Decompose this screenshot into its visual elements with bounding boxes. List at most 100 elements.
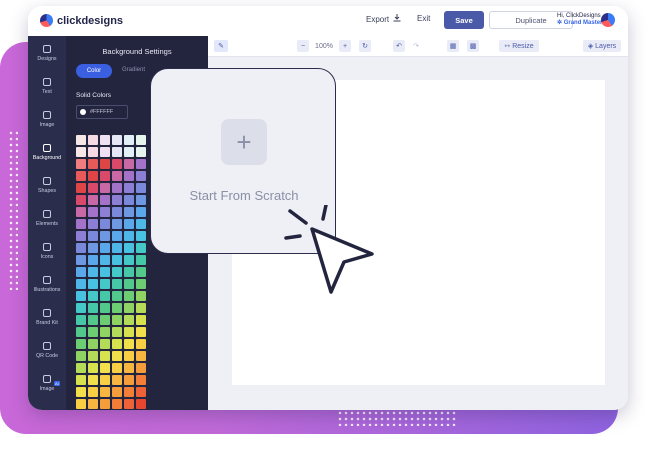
color-swatch[interactable] bbox=[124, 291, 134, 301]
color-swatch[interactable] bbox=[112, 159, 122, 169]
color-swatch[interactable] bbox=[112, 315, 122, 325]
color-swatch[interactable] bbox=[136, 219, 146, 229]
color-swatch[interactable] bbox=[112, 363, 122, 373]
color-swatch[interactable] bbox=[100, 363, 110, 373]
color-swatch[interactable] bbox=[88, 231, 98, 241]
color-swatch[interactable] bbox=[112, 135, 122, 145]
sidebar-item-elements[interactable]: Elements bbox=[28, 210, 66, 227]
color-swatch[interactable] bbox=[124, 375, 134, 385]
hex-color-input[interactable]: #FFFFFF bbox=[76, 105, 128, 119]
color-swatch[interactable] bbox=[100, 219, 110, 229]
color-swatch[interactable] bbox=[76, 279, 86, 289]
color-swatch[interactable] bbox=[112, 375, 122, 385]
color-swatch[interactable] bbox=[88, 183, 98, 193]
color-swatch[interactable] bbox=[88, 315, 98, 325]
color-swatch[interactable] bbox=[136, 255, 146, 265]
color-swatch[interactable] bbox=[100, 375, 110, 385]
zoom-out-button[interactable]: − bbox=[297, 40, 309, 52]
color-swatch[interactable] bbox=[88, 195, 98, 205]
color-swatch[interactable] bbox=[76, 387, 86, 397]
sidebar-item-shapes[interactable]: Shapes bbox=[28, 177, 66, 194]
color-swatch[interactable] bbox=[88, 219, 98, 229]
refresh-icon[interactable]: ↻ bbox=[359, 40, 371, 52]
color-swatch[interactable] bbox=[76, 243, 86, 253]
color-swatch[interactable] bbox=[124, 159, 134, 169]
color-swatch[interactable] bbox=[136, 363, 146, 373]
sidebar-item-icons[interactable]: Icons bbox=[28, 243, 66, 260]
color-swatch[interactable] bbox=[100, 399, 110, 409]
color-swatch[interactable] bbox=[76, 195, 86, 205]
color-swatch[interactable] bbox=[100, 267, 110, 277]
color-swatch[interactable] bbox=[88, 291, 98, 301]
color-swatch[interactable] bbox=[76, 315, 86, 325]
color-swatch[interactable] bbox=[112, 255, 122, 265]
color-swatch[interactable] bbox=[76, 363, 86, 373]
color-swatch[interactable] bbox=[112, 303, 122, 313]
color-swatch[interactable] bbox=[124, 387, 134, 397]
color-swatch[interactable] bbox=[100, 171, 110, 181]
color-swatch[interactable] bbox=[136, 399, 146, 409]
color-swatch[interactable] bbox=[76, 375, 86, 385]
user-info[interactable]: Hi, ClickDesigns ✲ Grand Master bbox=[557, 13, 602, 27]
layers-button[interactable]: ◈ Layers bbox=[583, 40, 621, 52]
color-swatch[interactable] bbox=[112, 291, 122, 301]
color-swatch[interactable] bbox=[100, 279, 110, 289]
color-swatch[interactable] bbox=[136, 135, 146, 145]
sidebar-item-qr-code[interactable]: QR Code bbox=[28, 342, 66, 359]
save-button[interactable]: Save bbox=[444, 11, 484, 29]
color-swatch[interactable] bbox=[124, 207, 134, 217]
color-swatch[interactable] bbox=[136, 339, 146, 349]
color-swatch[interactable] bbox=[112, 399, 122, 409]
sidebar-item-brand-kit[interactable]: Brand Kit bbox=[28, 309, 66, 326]
color-swatch[interactable] bbox=[112, 147, 122, 157]
color-swatch[interactable] bbox=[100, 387, 110, 397]
tab-gradient[interactable]: Gradient bbox=[122, 67, 145, 73]
color-swatch[interactable] bbox=[136, 183, 146, 193]
exit-button[interactable]: Exit bbox=[417, 14, 430, 23]
color-swatch[interactable] bbox=[88, 267, 98, 277]
color-swatch[interactable] bbox=[88, 135, 98, 145]
sidebar-item-designs[interactable]: Designs bbox=[28, 45, 66, 62]
color-swatch[interactable] bbox=[124, 315, 134, 325]
color-swatch[interactable] bbox=[124, 255, 134, 265]
color-swatch[interactable] bbox=[112, 243, 122, 253]
color-swatch[interactable] bbox=[112, 327, 122, 337]
color-swatch[interactable] bbox=[76, 171, 86, 181]
color-swatch[interactable] bbox=[88, 147, 98, 157]
color-swatch[interactable] bbox=[88, 279, 98, 289]
color-swatch[interactable] bbox=[76, 351, 86, 361]
color-swatch[interactable] bbox=[112, 351, 122, 361]
color-swatch[interactable] bbox=[76, 147, 86, 157]
color-swatch[interactable] bbox=[100, 207, 110, 217]
color-swatch[interactable] bbox=[88, 159, 98, 169]
color-swatch[interactable] bbox=[136, 159, 146, 169]
tab-color[interactable]: Color bbox=[76, 64, 112, 78]
redo-icon[interactable]: ↷ bbox=[410, 40, 422, 52]
color-swatch[interactable] bbox=[88, 171, 98, 181]
color-swatch[interactable] bbox=[124, 195, 134, 205]
color-swatch[interactable] bbox=[100, 183, 110, 193]
sidebar-item-background[interactable]: Background bbox=[28, 144, 66, 161]
color-swatch[interactable] bbox=[112, 387, 122, 397]
color-swatch[interactable] bbox=[124, 399, 134, 409]
color-swatch[interactable] bbox=[112, 231, 122, 241]
color-swatch[interactable] bbox=[124, 279, 134, 289]
color-swatch[interactable] bbox=[76, 339, 86, 349]
color-swatch[interactable] bbox=[112, 183, 122, 193]
sidebar-item-ai-image[interactable]: Image AI bbox=[28, 375, 66, 392]
color-swatch[interactable] bbox=[136, 303, 146, 313]
qr-grid-icon[interactable]: ▩ bbox=[467, 40, 479, 52]
color-swatch[interactable] bbox=[124, 243, 134, 253]
color-swatch[interactable] bbox=[112, 219, 122, 229]
color-swatch[interactable] bbox=[88, 387, 98, 397]
color-swatch[interactable] bbox=[124, 171, 134, 181]
color-swatch[interactable] bbox=[136, 171, 146, 181]
color-swatch[interactable] bbox=[88, 375, 98, 385]
pen-tool-button[interactable]: ✎ bbox=[214, 40, 228, 52]
color-swatch[interactable] bbox=[136, 291, 146, 301]
color-swatch[interactable] bbox=[76, 267, 86, 277]
color-swatch[interactable] bbox=[88, 363, 98, 373]
color-swatch[interactable] bbox=[136, 387, 146, 397]
color-swatch[interactable] bbox=[100, 291, 110, 301]
color-swatch[interactable] bbox=[76, 231, 86, 241]
